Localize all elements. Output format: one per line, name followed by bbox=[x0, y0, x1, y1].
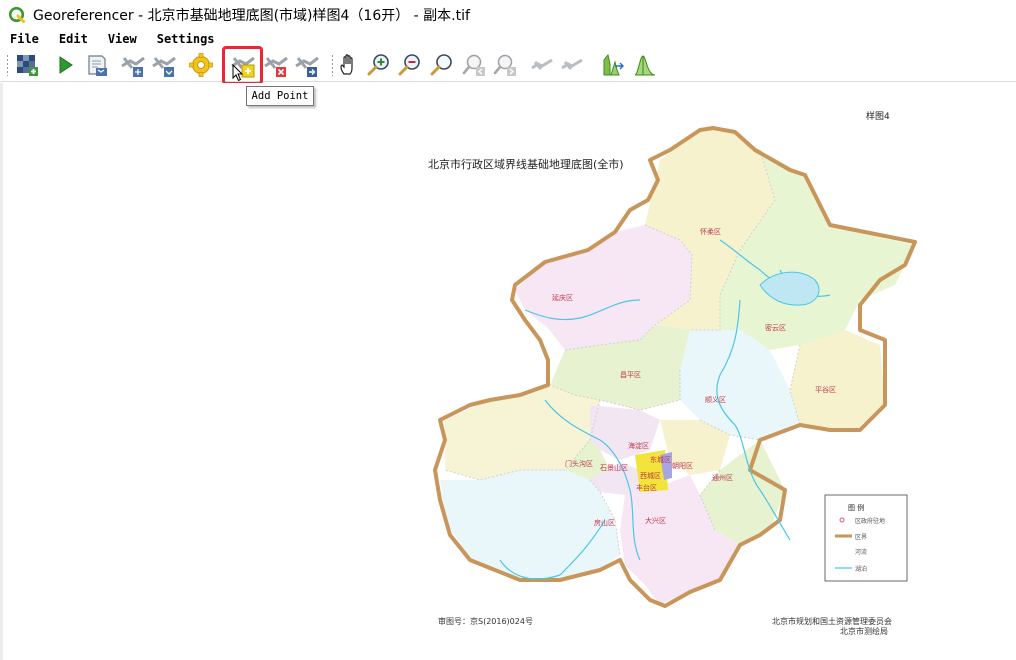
delete-point-icon bbox=[264, 56, 288, 77]
district-label-tongzhou: 通州区 bbox=[712, 473, 733, 482]
menu-settings[interactable]: Settings bbox=[157, 32, 223, 46]
menu-edit[interactable]: Edit bbox=[59, 32, 96, 46]
toolbar-separator bbox=[524, 52, 525, 78]
district-label-shunyi: 顺义区 bbox=[705, 396, 726, 404]
move-point-icon bbox=[295, 56, 319, 77]
gear-icon bbox=[189, 53, 213, 77]
transformation-settings-button[interactable] bbox=[187, 51, 215, 79]
district-label-chaoyang: 朝阳区 bbox=[672, 461, 693, 470]
menu-file[interactable]: File bbox=[10, 32, 47, 46]
window-title: Georeferencer - 北京市基础地理底图(市域)样图4（16开） - … bbox=[33, 8, 470, 24]
link-georef-icon bbox=[561, 58, 583, 70]
zoom-layer-icon bbox=[430, 54, 452, 76]
district-label-pinggu: 平谷区 bbox=[815, 385, 836, 394]
district-label-yanqing: 延庆区 bbox=[552, 293, 573, 302]
open-raster-button[interactable] bbox=[13, 51, 41, 79]
zoom-to-layer-button[interactable] bbox=[428, 51, 456, 79]
local-histogram-stretch-button[interactable] bbox=[631, 51, 659, 79]
legend-item-boundary: 区界 bbox=[855, 534, 867, 541]
district-label-huairou: 怀柔区 bbox=[700, 227, 721, 236]
open-raster-icon bbox=[17, 55, 38, 76]
map-sheet-number: 样图4 bbox=[866, 110, 890, 122]
play-icon bbox=[59, 56, 73, 74]
toolbar-handle[interactable] bbox=[6, 54, 9, 76]
histogram-full-icon bbox=[603, 53, 624, 76]
district-label-daxing: 大兴区 bbox=[645, 516, 666, 525]
district-pinggu bbox=[790, 330, 885, 430]
toolbar-separator bbox=[219, 52, 220, 78]
histogram-local-icon bbox=[634, 55, 656, 76]
district-label-xicheng: 西城区 bbox=[640, 472, 661, 480]
district-label-changping: 昌平区 bbox=[620, 371, 641, 379]
toolbar-separator bbox=[183, 52, 184, 78]
move-gcp-point-button[interactable] bbox=[293, 51, 321, 79]
load-gcp-points-button[interactable] bbox=[119, 51, 147, 79]
script-icon bbox=[88, 55, 107, 76]
map-review-number: 审图号：京S(2016)024号 bbox=[438, 616, 533, 626]
map-publisher-1: 北京市规划和国土资源管理委员会 bbox=[772, 616, 892, 626]
toolbar-separator bbox=[592, 52, 593, 78]
full-histogram-stretch-button[interactable] bbox=[600, 51, 628, 79]
zoom-in-button[interactable] bbox=[365, 51, 393, 79]
hand-icon bbox=[340, 54, 353, 75]
legend-item-river: 河流 bbox=[855, 548, 867, 556]
zoom-last-icon bbox=[462, 54, 485, 76]
district-label-fangshan: 房山区 bbox=[594, 518, 615, 527]
district-fangshan bbox=[440, 470, 620, 580]
add-point-tooltip: Add Point bbox=[246, 86, 314, 106]
zoom-next-button[interactable] bbox=[491, 51, 519, 79]
zoom-out-button[interactable] bbox=[396, 51, 424, 79]
district-label-miyun: 密云区 bbox=[765, 323, 786, 332]
toolbar-separator bbox=[327, 52, 328, 78]
district-label-shijingshan: 石景山区 bbox=[600, 463, 628, 472]
generate-gdal-script-button[interactable] bbox=[83, 51, 111, 79]
raster-map[interactable]: 延庆区 怀柔区 密云区 平谷区 昌平区 顺义区 门头沟区 海淀区 朝阳区 石景山… bbox=[0, 83, 1016, 660]
georeferencer-toolbar bbox=[0, 48, 1016, 82]
legend-item-lake: 湖泊 bbox=[855, 565, 867, 573]
qgis-logo-icon bbox=[9, 7, 25, 23]
delete-point-button[interactable] bbox=[262, 51, 290, 79]
zoom-in-icon bbox=[367, 54, 389, 76]
zoom-last-button[interactable] bbox=[460, 51, 488, 79]
save-gcp-points-button[interactable] bbox=[150, 51, 178, 79]
district-label-dongcheng: 东城区 bbox=[650, 455, 671, 464]
legend-item-seat: 区政府驻地 bbox=[855, 517, 885, 525]
menu-bar: File Edit View Settings bbox=[0, 30, 1016, 48]
zoom-next-icon bbox=[493, 54, 516, 76]
link-georeferencer-to-qgis-button[interactable] bbox=[528, 51, 556, 79]
toolbar-separator bbox=[46, 52, 47, 78]
toolbar-separator bbox=[115, 52, 116, 78]
pan-button[interactable] bbox=[335, 51, 363, 79]
district-label-fengtai: 丰台区 bbox=[636, 483, 657, 492]
toolbar-handle[interactable] bbox=[331, 54, 334, 76]
link-qgis-icon bbox=[531, 58, 553, 70]
title-bar: Georeferencer - 北京市基础地理底图(市域)样图4（16开） - … bbox=[0, 0, 1016, 30]
menu-view[interactable]: View bbox=[108, 32, 145, 46]
district-label-haidian: 海淀区 bbox=[628, 441, 649, 450]
link-qgis-to-georeferencer-button[interactable] bbox=[558, 51, 586, 79]
zoom-out-icon bbox=[398, 54, 420, 76]
save-gcp-icon bbox=[152, 56, 176, 77]
map-publisher-2: 北京市测绘局 bbox=[840, 626, 888, 636]
map-title: 北京市行政区域界线基础地理底图(全市) bbox=[428, 157, 624, 171]
start-georeferencing-button[interactable] bbox=[51, 51, 79, 79]
mouse-pointer-icon bbox=[232, 64, 244, 82]
load-gcp-icon bbox=[121, 56, 145, 77]
legend-title: 图 例 bbox=[848, 503, 864, 512]
district-label-mentougou: 门头沟区 bbox=[565, 459, 593, 468]
map-legend: 图 例 区政府驻地 区界 河流 湖泊 bbox=[824, 494, 908, 582]
